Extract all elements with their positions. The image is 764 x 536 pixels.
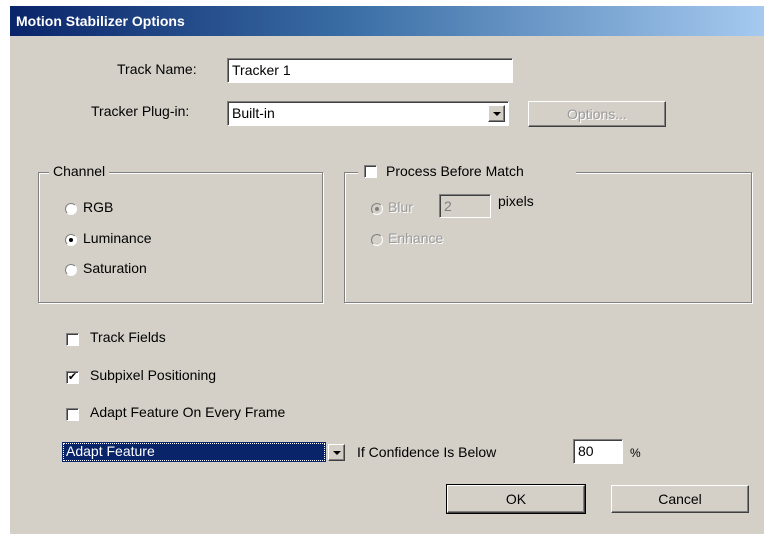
pixels-label: pixels bbox=[498, 193, 534, 209]
window-title: Motion Stabilizer Options bbox=[16, 13, 185, 29]
blur-label: Blur bbox=[388, 199, 413, 215]
confidence-label: If Confidence Is Below bbox=[357, 444, 497, 460]
adapt-every-frame-checkbox[interactable] bbox=[66, 408, 79, 421]
percent-label: % bbox=[630, 446, 641, 460]
track-name-label: Track Name: bbox=[117, 61, 197, 77]
enhance-label: Enhance bbox=[388, 230, 444, 246]
blur-pixels-input[interactable]: 2 bbox=[439, 194, 491, 218]
dialog-window: Motion Stabilizer Options Track Name: Tr… bbox=[10, 6, 764, 534]
channel-groupbox bbox=[38, 172, 323, 303]
subpixel-positioning-checkbox[interactable]: ✔ bbox=[66, 371, 79, 384]
ok-button[interactable]: OK bbox=[446, 484, 586, 514]
adapt-feature-value: Adapt Feature bbox=[66, 443, 155, 459]
saturation-label: Saturation bbox=[83, 260, 147, 276]
enhance-radio[interactable] bbox=[371, 234, 383, 246]
process-legend: Process Before Match bbox=[358, 163, 576, 181]
blur-radio[interactable] bbox=[371, 203, 383, 215]
rgb-label: RGB bbox=[83, 199, 114, 215]
track-fields-label: Track Fields bbox=[90, 329, 166, 345]
confidence-input[interactable]: 80 bbox=[573, 439, 623, 464]
channel-legend: Channel bbox=[49, 163, 110, 179]
tracker-plugin-value: Built-in bbox=[232, 105, 275, 121]
luminance-radio[interactable] bbox=[65, 234, 77, 246]
tracker-plugin-dropdown-icon[interactable] bbox=[488, 105, 505, 122]
options-button[interactable]: Options... bbox=[528, 101, 666, 127]
tracker-plugin-select[interactable]: Built-in bbox=[227, 101, 509, 126]
subpixel-positioning-label: Subpixel Positioning bbox=[90, 367, 217, 383]
adapt-every-frame-label: Adapt Feature On Every Frame bbox=[90, 404, 286, 420]
process-before-match-checkbox[interactable] bbox=[364, 165, 377, 178]
track-name-input[interactable]: Tracker 1 bbox=[227, 58, 513, 83]
process-before-match-label: Process Before Match bbox=[386, 163, 524, 179]
adapt-feature-dropdown-icon[interactable] bbox=[328, 444, 345, 461]
rgb-radio[interactable] bbox=[65, 203, 77, 215]
adapt-feature-select[interactable]: Adapt Feature bbox=[62, 442, 326, 462]
tracker-plugin-label: Tracker Plug-in: bbox=[91, 103, 190, 119]
cancel-button[interactable]: Cancel bbox=[611, 485, 749, 513]
track-fields-checkbox[interactable] bbox=[66, 333, 79, 346]
luminance-label: Luminance bbox=[83, 230, 152, 246]
title-bar[interactable]: Motion Stabilizer Options bbox=[10, 6, 764, 36]
saturation-radio[interactable] bbox=[65, 264, 77, 276]
